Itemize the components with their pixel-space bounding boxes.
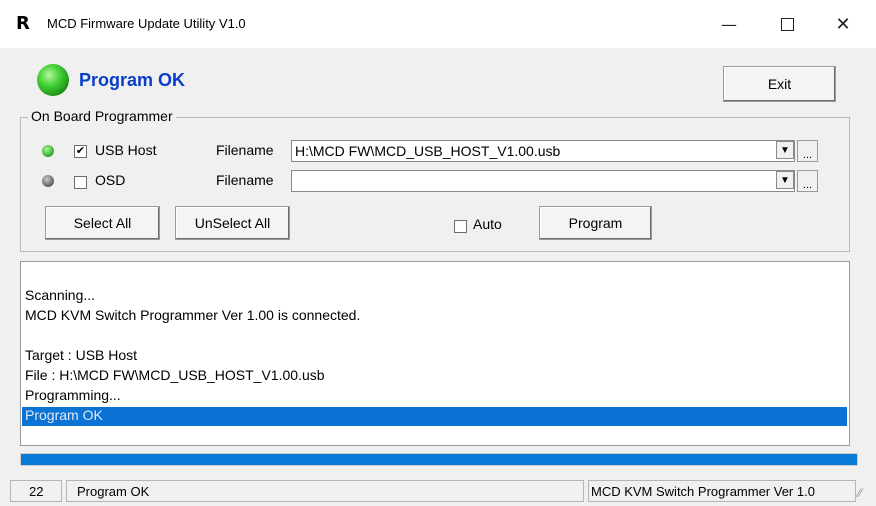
status-device: MCD KVM Switch Programmer Ver 1.0 — [588, 480, 856, 502]
auto-label: Auto — [473, 216, 502, 232]
usb-filename-dropdown-button[interactable]: ▼ — [776, 141, 794, 159]
log-line[interactable]: Target : USB Host — [25, 347, 137, 363]
minimize-button[interactable]: — — [706, 8, 752, 40]
usb-host-led-icon — [42, 145, 54, 157]
select-all-button[interactable]: Select All — [45, 206, 160, 240]
osd-filename-combobox[interactable] — [291, 170, 795, 192]
osd-led-icon — [42, 175, 54, 187]
close-button[interactable]: ✕ — [820, 8, 866, 40]
program-button[interactable]: Program — [539, 206, 652, 240]
status-led-icon — [37, 64, 69, 96]
window-title: MCD Firmware Update Utility V1.0 — [47, 16, 246, 31]
unselect-all-button[interactable]: UnSelect All — [175, 206, 290, 240]
app-icon: R — [16, 13, 30, 34]
log-line[interactable]: Scanning... — [25, 287, 95, 303]
progress-bar — [20, 453, 858, 466]
usb-browse-button[interactable]: ... — [797, 140, 818, 162]
usb-filename-value: H:\MCD FW\MCD_USB_HOST_V1.00.usb — [295, 143, 561, 159]
osd-checkbox[interactable] — [74, 176, 87, 189]
usb-host-label: USB Host — [95, 142, 157, 158]
osd-label: OSD — [95, 172, 126, 188]
maximize-icon — [780, 17, 794, 31]
log-selection-highlight — [22, 407, 847, 426]
status-message: Program OK — [66, 480, 584, 502]
status-count: 22 — [10, 480, 62, 502]
group-title: On Board Programmer — [28, 108, 176, 124]
osd-browse-button[interactable]: ... — [797, 170, 818, 192]
usb-host-checkbox[interactable]: ✔ — [74, 145, 87, 158]
maximize-button[interactable] — [764, 8, 810, 40]
auto-checkbox[interactable] — [454, 220, 467, 233]
usb-filename-combobox[interactable]: H:\MCD FW\MCD_USB_HOST_V1.00.usb — [291, 140, 795, 162]
progress-fill — [21, 454, 857, 465]
exit-button[interactable]: Exit — [723, 66, 836, 102]
log-line-selected[interactable]: Program OK — [25, 407, 103, 423]
log-line[interactable]: Programming... — [25, 387, 121, 403]
osd-filename-label: Filename — [216, 172, 274, 188]
log-listbox[interactable]: Scanning... MCD KVM Switch Programmer Ve… — [20, 261, 850, 446]
status-title: Program OK — [79, 70, 186, 90]
log-line[interactable]: MCD KVM Switch Programmer Ver 1.00 is co… — [25, 307, 360, 323]
size-grip-icon[interactable]: ⁄⁄ — [858, 486, 862, 500]
osd-filename-dropdown-button[interactable]: ▼ — [776, 171, 794, 189]
usb-filename-label: Filename — [216, 142, 274, 158]
log-line[interactable]: File : H:\MCD FW\MCD_USB_HOST_V1.00.usb — [25, 367, 325, 383]
